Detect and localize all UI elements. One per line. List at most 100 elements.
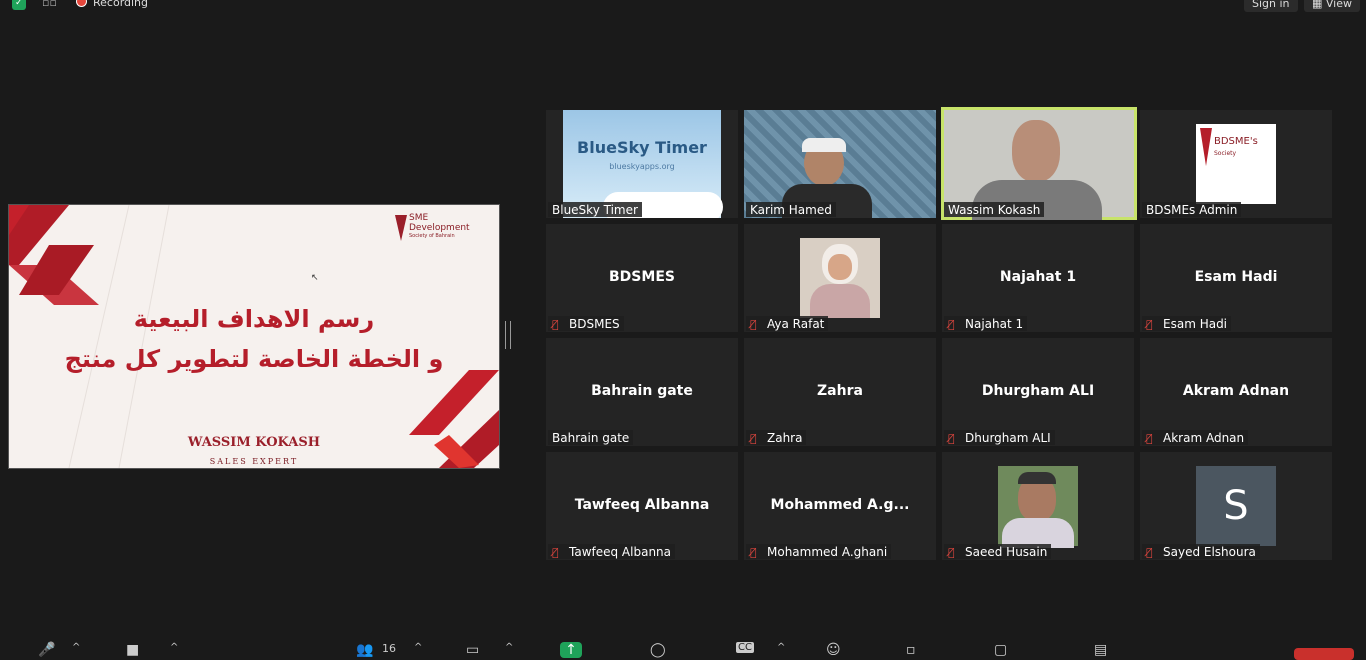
view-icon: ▦ bbox=[1312, 0, 1326, 10]
slide-title-line-2: و الخطة الخاصة لتطوير كل منتج bbox=[64, 345, 444, 373]
participant-name: 🎙̸ Aya Rafat bbox=[746, 316, 829, 331]
video-tile-zahra[interactable]: Zahra 🎙̸ Zahra bbox=[744, 338, 936, 446]
aya-avatar bbox=[800, 238, 880, 318]
video-tile-sayed-elshoura[interactable]: S 🎙̸ Sayed Elshoura bbox=[1140, 452, 1332, 560]
audio-options-chevron-icon[interactable]: ^ bbox=[72, 642, 80, 653]
mic-muted-icon: 🎙̸ bbox=[1146, 546, 1153, 559]
participant-name: Wassim Kokash bbox=[944, 202, 1045, 217]
letter-avatar: S bbox=[1196, 466, 1276, 546]
participant-name: 🎙̸ Tawfeeq Albanna bbox=[548, 544, 676, 559]
bluesky-url: blueskyapps.org bbox=[609, 162, 675, 171]
participant-display-name: Bahrain gate bbox=[591, 383, 693, 399]
bdsmes-logo-text: BDSME's bbox=[1214, 136, 1258, 147]
slide-decoration bbox=[9, 205, 499, 468]
participant-name: 🎙̸ Mohammed A.ghani bbox=[746, 544, 892, 559]
video-tile-bdsmes[interactable]: BDSMES 🎙̸ BDSMES bbox=[546, 224, 738, 332]
participant-name: BlueSky Timer bbox=[548, 202, 642, 217]
participant-name: 🎙̸ Saeed Husain bbox=[944, 544, 1052, 559]
split-view-handle[interactable] bbox=[505, 321, 511, 349]
participant-display-name: Dhurgham ALI bbox=[981, 383, 1095, 399]
video-tile-bdsmes-admin[interactable]: BDSME's Society BDSMEs Admin bbox=[1140, 110, 1332, 218]
participant-name: 🎙̸ Sayed Elshoura bbox=[1142, 544, 1260, 559]
participant-name-text: Saeed Husain bbox=[965, 545, 1048, 559]
participant-name: 🎙̸ Zahra bbox=[746, 430, 807, 445]
leave-button[interactable] bbox=[1294, 648, 1354, 660]
participant-name: 🎙̸ BDSMES bbox=[548, 316, 624, 331]
mic-muted-icon: 🎙̸ bbox=[552, 318, 559, 331]
top-bar: ✓ ▫▫ Recording Sign in ▦ View bbox=[0, 0, 1366, 14]
participant-name-text: Tawfeeq Albanna bbox=[569, 545, 672, 559]
chat-chevron-icon[interactable]: ^ bbox=[505, 642, 513, 653]
bdsmes-logo-sub: Society bbox=[1214, 150, 1237, 157]
recording-dot-icon bbox=[76, 0, 87, 7]
participant-name-text: Karim Hamed bbox=[750, 203, 832, 217]
mic-muted-icon: 🎙̸ bbox=[948, 546, 955, 559]
bdsmes-logo-image: BDSME's Society bbox=[1196, 124, 1276, 204]
participant-display-name: Mohammed A.g... bbox=[770, 497, 910, 513]
video-tile-akram-adnan[interactable]: Akram Adnan 🎙̸ Akram Adnan bbox=[1140, 338, 1332, 446]
video-tile-wassim-kokash[interactable]: Wassim Kokash bbox=[941, 107, 1137, 220]
mic-muted-icon: 🎙̸ bbox=[1146, 318, 1153, 331]
participant-name-text: BlueSky Timer bbox=[552, 203, 638, 217]
video-tile-karim-hamed[interactable]: Karim Hamed bbox=[744, 110, 936, 218]
participant-name: 🎙̸ Dhurgham ALI bbox=[944, 430, 1055, 445]
video-tile-mohammed-aghani[interactable]: Mohammed A.g... 🎙̸ Mohammed A.ghani bbox=[744, 452, 936, 560]
video-tile-aya-rafat[interactable]: 🎙̸ Aya Rafat bbox=[744, 224, 936, 332]
participant-name: Bahrain gate bbox=[548, 430, 634, 445]
participant-name: 🎙̸ Najahat 1 bbox=[944, 316, 1028, 331]
mic-muted-icon: 🎙̸ bbox=[948, 318, 955, 331]
saeed-avatar bbox=[998, 466, 1078, 548]
participants-count: 16 bbox=[382, 642, 396, 655]
view-button[interactable]: ▦ View bbox=[1304, 0, 1360, 12]
logo-line-1: SME bbox=[409, 213, 429, 223]
participant-name: 🎙̸ Akram Adnan bbox=[1142, 430, 1249, 445]
participant-name-text: Aya Rafat bbox=[767, 317, 825, 331]
participant-name-text: Bahrain gate bbox=[552, 431, 630, 445]
video-tile-dhurgham-ali[interactable]: Dhurgham ALI 🎙̸ Dhurgham ALI bbox=[942, 338, 1134, 446]
video-tile-bluesky-timer[interactable]: BlueSky Timer blueskyapps.org BlueSky Ti… bbox=[546, 110, 738, 218]
bluesky-title: BlueSky Timer bbox=[577, 138, 707, 157]
mic-muted-icon: 🎙̸ bbox=[750, 432, 757, 445]
participant-name-text: Zahra bbox=[767, 431, 803, 445]
participant-name-text: Mohammed A.ghani bbox=[767, 545, 888, 559]
participant-name-text: Sayed Elshoura bbox=[1163, 545, 1256, 559]
recording-label: Recording bbox=[93, 0, 149, 9]
video-tile-najahat[interactable]: Najahat 1 🎙̸ Najahat 1 bbox=[942, 224, 1134, 332]
captions-chevron-icon[interactable]: ^ bbox=[777, 642, 785, 653]
video-options-chevron-icon[interactable]: ^ bbox=[170, 642, 178, 653]
participant-display-name: Najahat 1 bbox=[999, 269, 1077, 285]
video-tile-tawfeeq-albanna[interactable]: Tawfeeq Albanna 🎙̸ Tawfeeq Albanna bbox=[546, 452, 738, 560]
video-tile-saeed-husain[interactable]: 🎙̸ Saeed Husain bbox=[942, 452, 1134, 560]
logo-line-2: Development bbox=[409, 223, 470, 233]
video-tile-esam-hadi[interactable]: Esam Hadi 🎙̸ Esam Hadi bbox=[1140, 224, 1332, 332]
mic-muted-icon: 🎙̸ bbox=[1146, 432, 1153, 445]
slide-title-line-1: رسم الاهداف البيعية bbox=[133, 305, 375, 333]
mouse-cursor-icon: ↖ bbox=[311, 273, 319, 283]
shared-screen-slide: SME Development Society of Bahrain ↖ رسم… bbox=[8, 204, 500, 469]
participant-display-name: Esam Hadi bbox=[1194, 269, 1278, 285]
wassim-video bbox=[944, 110, 1134, 220]
participant-name-text: Najahat 1 bbox=[965, 317, 1024, 331]
mic-muted-icon: 🎙̸ bbox=[750, 318, 757, 331]
mic-muted-icon: 🎙̸ bbox=[948, 432, 955, 445]
gallery-layout-icon[interactable]: ▫▫ bbox=[42, 0, 60, 10]
participant-display-name: Zahra bbox=[817, 383, 863, 399]
security-shield-icon[interactable]: ✓ bbox=[12, 0, 26, 10]
logo-line-3: Society of Bahrain bbox=[409, 233, 455, 239]
participants-chevron-icon[interactable]: ^ bbox=[414, 642, 422, 653]
participant-name: Karim Hamed bbox=[746, 202, 836, 217]
participant-name: BDSMEs Admin bbox=[1142, 202, 1242, 217]
participant-name-text: Wassim Kokash bbox=[948, 203, 1041, 217]
bottom-toolbar: 🎤 ^ ■ ^ 👥 16 ^ ▭ ^ ↑ ◯ CC ^ ☺ ▫ ▢ ▤ bbox=[0, 638, 1366, 658]
participant-name-text: Akram Adnan bbox=[1163, 431, 1245, 445]
sign-in-button[interactable]: Sign in bbox=[1244, 0, 1298, 12]
participant-display-name: Tawfeeq Albanna bbox=[574, 497, 710, 513]
slide-speaker-role: SALES EXPERT bbox=[209, 457, 299, 466]
participant-name: 🎙̸ Esam Hadi bbox=[1142, 316, 1232, 331]
captions-icon[interactable]: CC bbox=[736, 642, 754, 653]
participant-name-text: BDSMES bbox=[569, 317, 620, 331]
sme-logo: SME Development Society of Bahrain bbox=[395, 213, 481, 241]
mic-muted-icon: 🎙̸ bbox=[750, 546, 757, 559]
recording-indicator[interactable]: Recording bbox=[76, 0, 148, 9]
video-tile-bahrain-gate[interactable]: Bahrain gate Bahrain gate bbox=[546, 338, 738, 446]
